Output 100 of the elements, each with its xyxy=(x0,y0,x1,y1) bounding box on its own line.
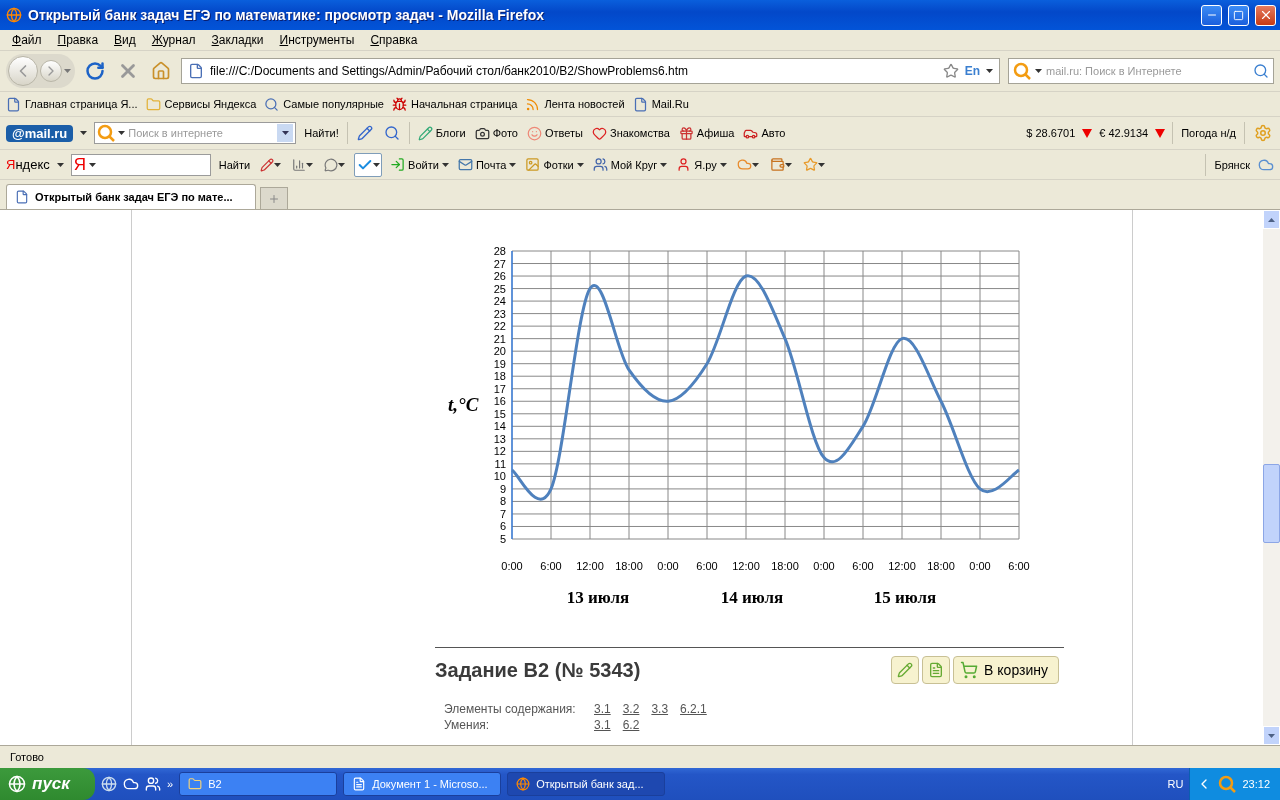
x-tick-label: 18:00 xyxy=(615,560,643,572)
start-button[interactable]: пуск xyxy=(0,768,95,800)
close-button[interactable] xyxy=(1255,4,1276,26)
caret-icon xyxy=(509,162,517,167)
at-search-icon xyxy=(97,124,116,142)
mail-icon xyxy=(457,157,473,172)
minimize-button[interactable] xyxy=(1201,4,1222,26)
y-tick-label: 9 xyxy=(499,482,506,495)
bookmark-link[interactable]: Сервисы Яндекса xyxy=(145,96,257,112)
plus-icon xyxy=(268,192,280,205)
taskbar-button[interactable]: B2 xyxy=(179,772,338,796)
cart-button[interactable]: В корзину xyxy=(953,656,1059,684)
toolbar-button[interactable]: Я.ру xyxy=(675,157,728,172)
bookmark-link[interactable]: Mail.Ru xyxy=(632,96,689,112)
reload-icon xyxy=(85,61,105,81)
menu-item[interactable]: Инструменты xyxy=(271,33,363,47)
clock: 23:12 xyxy=(1242,778,1270,790)
toolbar-button[interactable]: Авто xyxy=(742,125,787,141)
menu-item[interactable]: Файл xyxy=(4,33,50,47)
x-tick-label: 0:00 xyxy=(969,560,991,572)
find-button[interactable]: Найти xyxy=(217,158,252,171)
code-link[interactable]: 3.2 xyxy=(622,702,640,716)
caret-icon xyxy=(338,162,346,167)
toolbar-button[interactable]: Блоги xyxy=(416,125,467,141)
weather-city-button[interactable]: Брянск xyxy=(1213,158,1251,171)
code-link[interactable]: 6.2.1 xyxy=(680,702,707,716)
address-field[interactable]: file:///C:/Documents and Settings/Admin/Рабочий стол/банк2010/B2/ShowProblems6.htm En xyxy=(181,58,1000,84)
x-tick-label: 18:00 xyxy=(927,560,955,572)
toolbar-button[interactable]: Фотки xyxy=(524,157,585,172)
y-tick-label: 17 xyxy=(493,382,506,395)
toolbar-button[interactable]: Афиша xyxy=(677,125,736,141)
menu-item[interactable]: Закладки xyxy=(203,33,272,47)
y-tick-label: 26 xyxy=(493,270,506,283)
scrollbar[interactable] xyxy=(1263,210,1280,745)
dropdown-button[interactable] xyxy=(277,124,294,142)
scroll-thumb[interactable] xyxy=(1263,464,1280,543)
y-tick-label: 16 xyxy=(493,395,506,408)
y-tick-label: 11 xyxy=(494,457,506,470)
code-link[interactable]: 3.1 xyxy=(594,718,611,732)
people-icon xyxy=(145,776,161,792)
y-tick-label: 13 xyxy=(493,432,506,445)
up-arrow-icon xyxy=(1268,217,1275,222)
toolbar-button[interactable]: Почта xyxy=(456,157,518,172)
day-label: 13 июля xyxy=(566,588,630,607)
y-tick-label: 7 xyxy=(499,507,506,520)
bookmark-link[interactable]: Главная страница Я... xyxy=(6,96,138,112)
pencil-icon xyxy=(356,125,373,141)
taskbar-button[interactable]: Открытый банк зад... xyxy=(507,772,666,796)
more-indicator[interactable]: » xyxy=(167,778,174,790)
speech-bubble-icon xyxy=(324,157,339,172)
toolbar-button[interactable]: Фото xyxy=(473,125,519,141)
code-link[interactable]: 3.3 xyxy=(651,702,669,716)
language-indicator[interactable]: RU xyxy=(1167,778,1184,790)
find-button[interactable]: Найти! xyxy=(303,127,340,139)
window-title: Открытый банк задач ЕГЭ по математике: просмотр задач - Mozilla Firefox xyxy=(28,7,545,23)
spellcheck-button[interactable] xyxy=(354,152,383,177)
row-label: Элементы содержания: xyxy=(444,702,577,716)
row-label: Умения: xyxy=(444,718,491,732)
yandex-logo[interactable]: Яндекс xyxy=(6,157,50,172)
star-icon xyxy=(802,157,818,172)
edit-button[interactable] xyxy=(891,656,920,684)
cloud-icon xyxy=(736,157,752,172)
toolbar-button[interactable]: Мой Круг xyxy=(591,157,669,172)
weather-button[interactable]: Погода н/д xyxy=(1180,127,1237,139)
x-tick-label: 12:00 xyxy=(888,560,916,572)
menu-item[interactable]: Правка xyxy=(49,33,107,47)
menu-item[interactable]: Вид xyxy=(106,33,144,47)
y-tick-label: 19 xyxy=(493,357,506,370)
toolbar-button[interactable]: Ответы xyxy=(525,125,584,141)
menu-item[interactable]: Справка xyxy=(362,33,426,47)
scroll-down-button[interactable] xyxy=(1263,726,1280,745)
taskbar-button[interactable]: Документ 1 - Microso... xyxy=(343,772,502,796)
x-tick-label: 18:00 xyxy=(771,560,799,572)
code-link[interactable]: 6.2 xyxy=(622,718,640,732)
menu-item[interactable]: Журнал xyxy=(143,33,204,47)
search-field[interactable]: Я xyxy=(70,153,211,176)
mail-logo[interactable]: @mail.ru xyxy=(6,124,74,142)
wallet-icon xyxy=(769,157,785,172)
reload-button[interactable] xyxy=(83,59,107,83)
toolbar-button[interactable]: Войти xyxy=(389,157,450,172)
browser-tab[interactable]: Открытый банк задач ЕГЭ по мате... xyxy=(6,184,256,209)
back-button[interactable] xyxy=(8,56,38,86)
y-tick-label: 12 xyxy=(493,445,506,458)
bookmark-link[interactable]: Начальная страница xyxy=(392,96,518,112)
document-button[interactable] xyxy=(922,656,951,684)
bookmark-link[interactable]: Лента новостей xyxy=(525,96,625,112)
maximize-button[interactable] xyxy=(1228,4,1249,26)
bookmark-link[interactable]: Самые популярные xyxy=(264,96,384,112)
at-search-icon xyxy=(1013,62,1031,80)
scroll-up-button[interactable] xyxy=(1263,210,1280,229)
down-triangle-icon xyxy=(1155,128,1166,138)
currency-rate: € 42.9134 xyxy=(1099,127,1149,139)
y-tick-label: 15 xyxy=(493,407,506,420)
settings-icon xyxy=(1254,124,1272,142)
x-tick-label: 0:00 xyxy=(813,560,835,572)
toolbar-button[interactable]: Знакомства xyxy=(591,125,671,141)
down-triangle-icon xyxy=(1082,128,1093,138)
globe-icon xyxy=(101,776,117,792)
people-icon xyxy=(592,157,608,172)
code-link[interactable]: 3.1 xyxy=(594,702,611,716)
